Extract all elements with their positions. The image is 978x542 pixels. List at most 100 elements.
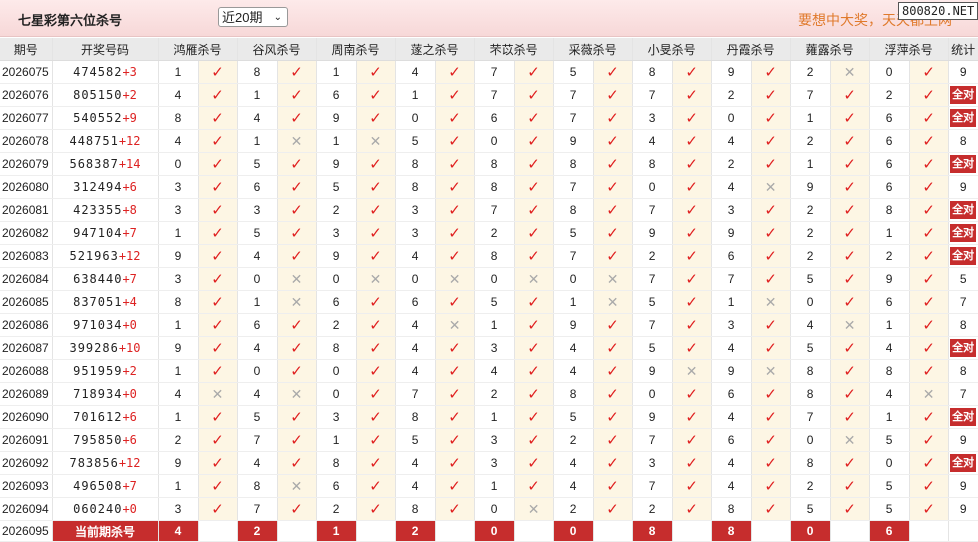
check-icon: ✓ — [922, 501, 935, 518]
kill-number-cell: 1 — [869, 405, 910, 429]
stat-cell: 全对 — [948, 405, 978, 429]
result-cell: ✓ — [672, 152, 712, 176]
result-cell: ✓ — [593, 359, 633, 383]
issue-cell: 2026090 — [0, 405, 53, 429]
check-icon: ✓ — [843, 87, 856, 104]
check-icon: ✓ — [369, 386, 382, 403]
result-cell: ✓ — [198, 451, 238, 475]
kill-number-cell: 5 — [395, 129, 436, 153]
page-title: 七星彩第六位杀号 — [18, 13, 123, 28]
result-cell: ✓ — [593, 451, 633, 475]
check-icon: ✓ — [685, 340, 698, 357]
check-icon: ✓ — [843, 179, 856, 196]
result-cell: ✓ — [277, 244, 317, 268]
kill-number-cell: 1 — [474, 405, 515, 429]
check-icon: ✓ — [922, 202, 935, 219]
cross-icon: ✕ — [606, 293, 619, 310]
result-cell: ✓ — [672, 267, 712, 291]
kill-number-cell: 0 — [553, 267, 594, 291]
check-icon: ✓ — [764, 248, 777, 265]
draw-digits: 312494 — [73, 180, 123, 194]
check-icon: ✓ — [369, 363, 382, 380]
result-cell: ✕ — [830, 60, 870, 84]
result-cell: ✓ — [672, 106, 712, 130]
result-cell: ✓ — [830, 221, 870, 245]
check-icon: ✓ — [448, 202, 461, 219]
check-icon: ✓ — [369, 225, 382, 242]
stat-value: 9 — [959, 180, 967, 194]
draw-digits: 805150 — [73, 88, 123, 102]
period-select[interactable]: 近20期 ⌄ — [218, 7, 288, 27]
kill-number-cell: 7 — [632, 267, 673, 291]
check-icon: ✓ — [290, 317, 303, 334]
kill-number-cell: 6 — [711, 244, 752, 268]
kill-number-cell: 2 — [553, 428, 594, 452]
draw-sum: +7 — [122, 226, 137, 240]
kill-number-cell: 6 — [711, 428, 752, 452]
kill-number-cell: 4 — [869, 336, 910, 360]
result-cell: ✓ — [830, 336, 870, 360]
kill-number-cell: 9 — [711, 60, 752, 84]
kill-number-cell: 8 — [553, 152, 594, 176]
check-icon: ✓ — [922, 179, 935, 196]
draw-digits: 568387 — [69, 157, 119, 171]
result-cell: ✓ — [356, 175, 396, 199]
table-row: 2026086 971034+0 1 ✓ 6 ✓ 2 ✓ 4 ✕ 1 ✓ 9 ✓ 7 ✓ 3 ✓ 4 ✕ 1 ✓ 8 — [0, 313, 978, 337]
result-cell: ✓ — [198, 405, 238, 429]
result-cell: ✓ — [514, 221, 554, 245]
kill-number-cell: 0 — [474, 267, 515, 291]
result-cell: ✓ — [593, 152, 633, 176]
table-row: 2026082 947104+7 1 ✓ 5 ✓ 3 ✓ 3 ✓ 2 ✓ 5 ✓ 9 ✓ 9 ✓ 2 ✓ 1 ✓ 全对 — [0, 221, 978, 245]
result-cell: ✓ — [356, 221, 396, 245]
result-cell: ✓ — [514, 359, 554, 383]
kill-number-cell: 5 — [316, 175, 357, 199]
kill-number-cell: 4 — [395, 451, 436, 475]
result-cell: ✓ — [909, 106, 949, 130]
draw-digits: 474582 — [73, 65, 123, 79]
all-correct-badge: 全对 — [950, 339, 977, 357]
kill-number-cell: 0 — [632, 382, 673, 406]
result-cell: ✕ — [830, 428, 870, 452]
check-icon: ✓ — [843, 501, 856, 518]
kill-number-cell: 5 — [790, 497, 831, 521]
kill-number-cell: 2 — [632, 244, 673, 268]
check-icon: ✓ — [685, 64, 698, 81]
issue-cell: 2026083 — [0, 244, 53, 268]
kill-number-cell: 0 — [711, 106, 752, 130]
kill-number-cell: 1 — [158, 313, 199, 337]
check-icon: ✓ — [843, 386, 856, 403]
check-icon: ✓ — [685, 455, 698, 472]
result-cell: ✓ — [751, 244, 791, 268]
check-icon: ✓ — [922, 340, 935, 357]
result-cell: ✓ — [435, 336, 475, 360]
kill-number-cell: 2 — [158, 428, 199, 452]
draw-sum: +2 — [122, 88, 137, 102]
current-kill-number: 4 — [158, 520, 199, 542]
check-icon: ✓ — [369, 202, 382, 219]
result-cell: ✓ — [593, 313, 633, 337]
check-icon: ✓ — [290, 455, 303, 472]
result-cell: ✓ — [435, 474, 475, 498]
check-icon: ✓ — [843, 271, 856, 288]
stat-cell: 7 — [948, 290, 978, 314]
kill-number-cell: 5 — [869, 474, 910, 498]
stat-value: 7 — [959, 387, 967, 401]
current-empty-cell — [198, 520, 238, 542]
result-cell: ✓ — [751, 129, 791, 153]
result-cell: ✕ — [356, 129, 396, 153]
kill-number-cell: 6 — [711, 382, 752, 406]
check-icon: ✓ — [764, 225, 777, 242]
draw-number-cell: 805150+2 — [52, 83, 159, 107]
draw-sum: +12 — [118, 134, 141, 148]
check-icon: ✓ — [369, 179, 382, 196]
draw-digits: 971034 — [73, 318, 123, 332]
draw-sum: +7 — [122, 272, 137, 286]
check-icon: ✓ — [922, 294, 935, 311]
result-cell: ✓ — [514, 129, 554, 153]
kill-number-cell: 2 — [790, 129, 831, 153]
check-icon: ✓ — [606, 87, 619, 104]
result-cell: ✕ — [277, 474, 317, 498]
check-icon: ✓ — [369, 294, 382, 311]
issue-cell: 2026082 — [0, 221, 53, 245]
kill-number-cell: 6 — [316, 474, 357, 498]
